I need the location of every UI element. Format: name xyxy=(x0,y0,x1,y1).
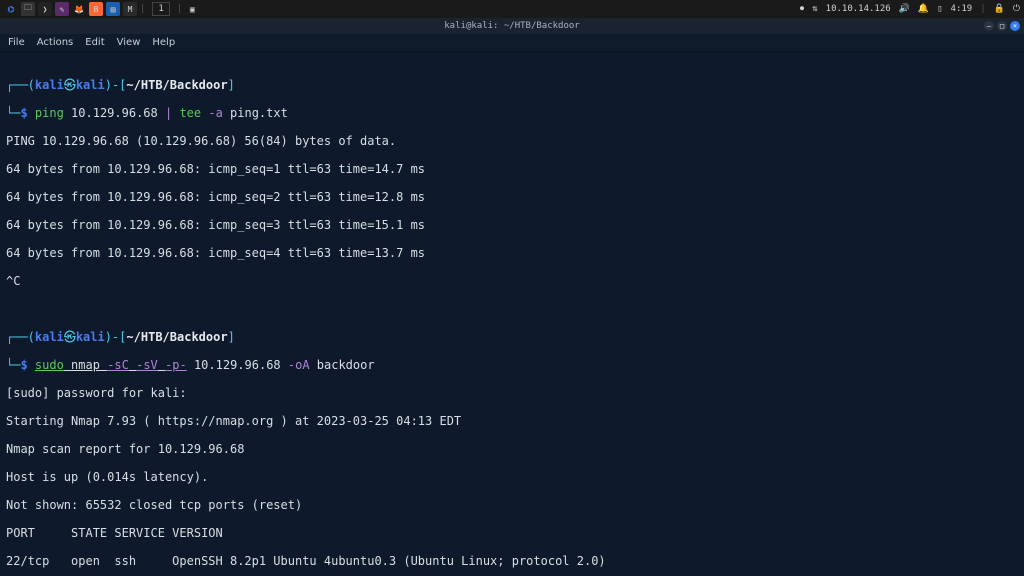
output-line: 64 bytes from 10.129.96.68: icmp_seq=2 t… xyxy=(6,190,1018,204)
menu-actions[interactable]: Actions xyxy=(37,37,74,48)
separator-icon: | xyxy=(177,4,182,14)
battery-icon[interactable]: ▯ xyxy=(937,4,942,14)
metasploit-icon[interactable]: M xyxy=(123,2,137,16)
power-icon[interactable]: ⏻ xyxy=(1013,4,1020,14)
top-panel: ⌬ 🗀 ❯ ✎ 🦊 B ▤ M | 1 | ▣ ⏺ ⇅ 10.10.14.126… xyxy=(0,0,1024,18)
volume-icon[interactable]: 🔊 xyxy=(899,4,910,14)
terminal-output[interactable]: ┌──(kali㉿kali)-[~/HTB/Backdoor] └─$ ping… xyxy=(0,52,1024,576)
window-title: kali@kali: ~/HTB/Backdoor xyxy=(444,21,579,31)
output-line: Nmap scan report for 10.129.96.68 xyxy=(6,442,1018,456)
output-line: Host is up (0.014s latency). xyxy=(6,470,1018,484)
terminal-icon[interactable]: ❯ xyxy=(38,2,52,16)
output-line: ^C xyxy=(6,274,1018,288)
close-button[interactable]: × xyxy=(1010,21,1020,31)
maximize-button[interactable]: □ xyxy=(997,21,1007,31)
recording-icon[interactable]: ⏺ xyxy=(800,4,805,14)
kali-menu-icon[interactable]: ⌬ xyxy=(4,2,18,16)
workspace-indicator[interactable]: 1 xyxy=(152,2,169,16)
firefox-icon[interactable]: 🦊 xyxy=(72,2,86,16)
output-line: 64 bytes from 10.129.96.68: icmp_seq=4 t… xyxy=(6,246,1018,260)
output-line: 22/tcp open ssh OpenSSH 8.2p1 Ubuntu 4ub… xyxy=(6,554,1018,568)
files-icon[interactable]: 🗀 xyxy=(21,2,35,16)
separator-icon: | xyxy=(140,4,145,14)
output-line: PING 10.129.96.68 (10.129.96.68) 56(84) … xyxy=(6,134,1018,148)
output-line: Starting Nmap 7.93 ( https://nmap.org ) … xyxy=(6,414,1018,428)
output-line: [sudo] password for kali: xyxy=(6,386,1018,400)
menu-file[interactable]: File xyxy=(8,37,25,48)
editor-icon[interactable]: ✎ xyxy=(55,2,69,16)
window-controls: – □ × xyxy=(984,21,1020,31)
panel-left: ⌬ 🗀 ❯ ✎ 🦊 B ▤ M | 1 | ▣ xyxy=(4,2,199,16)
output-line: Not shown: 65532 closed tcp ports (reset… xyxy=(6,498,1018,512)
menu-edit[interactable]: Edit xyxy=(85,37,104,48)
output-line: PORT STATE SERVICE VERSION xyxy=(6,526,1018,540)
output-line: 64 bytes from 10.129.96.68: icmp_seq=3 t… xyxy=(6,218,1018,232)
output-line: 64 bytes from 10.129.96.68: icmp_seq=1 t… xyxy=(6,162,1018,176)
separator-icon: | xyxy=(980,4,985,14)
minimize-button[interactable]: – xyxy=(984,21,994,31)
notification-icon[interactable]: 🔔 xyxy=(918,4,929,14)
ip-address: 10.10.14.126 xyxy=(826,4,891,14)
lock-icon[interactable]: 🔒 xyxy=(994,4,1005,14)
clock[interactable]: 4:19 xyxy=(951,4,973,14)
panel-right: ⏺ ⇅ 10.10.14.126 🔊 🔔 ▯ 4:19 | 🔒 ⏻ xyxy=(800,4,1020,14)
menu-help[interactable]: Help xyxy=(152,37,175,48)
terminal-shortcut-icon[interactable]: ▣ xyxy=(185,2,199,16)
burp-icon[interactable]: B xyxy=(89,2,103,16)
window-titlebar[interactable]: kali@kali: ~/HTB/Backdoor – □ × xyxy=(0,18,1024,34)
vpn-icon[interactable]: ⇅ xyxy=(812,4,817,14)
menu-bar: File Actions Edit View Help xyxy=(0,34,1024,52)
wireshark-icon[interactable]: ▤ xyxy=(106,2,120,16)
menu-view[interactable]: View xyxy=(117,37,141,48)
